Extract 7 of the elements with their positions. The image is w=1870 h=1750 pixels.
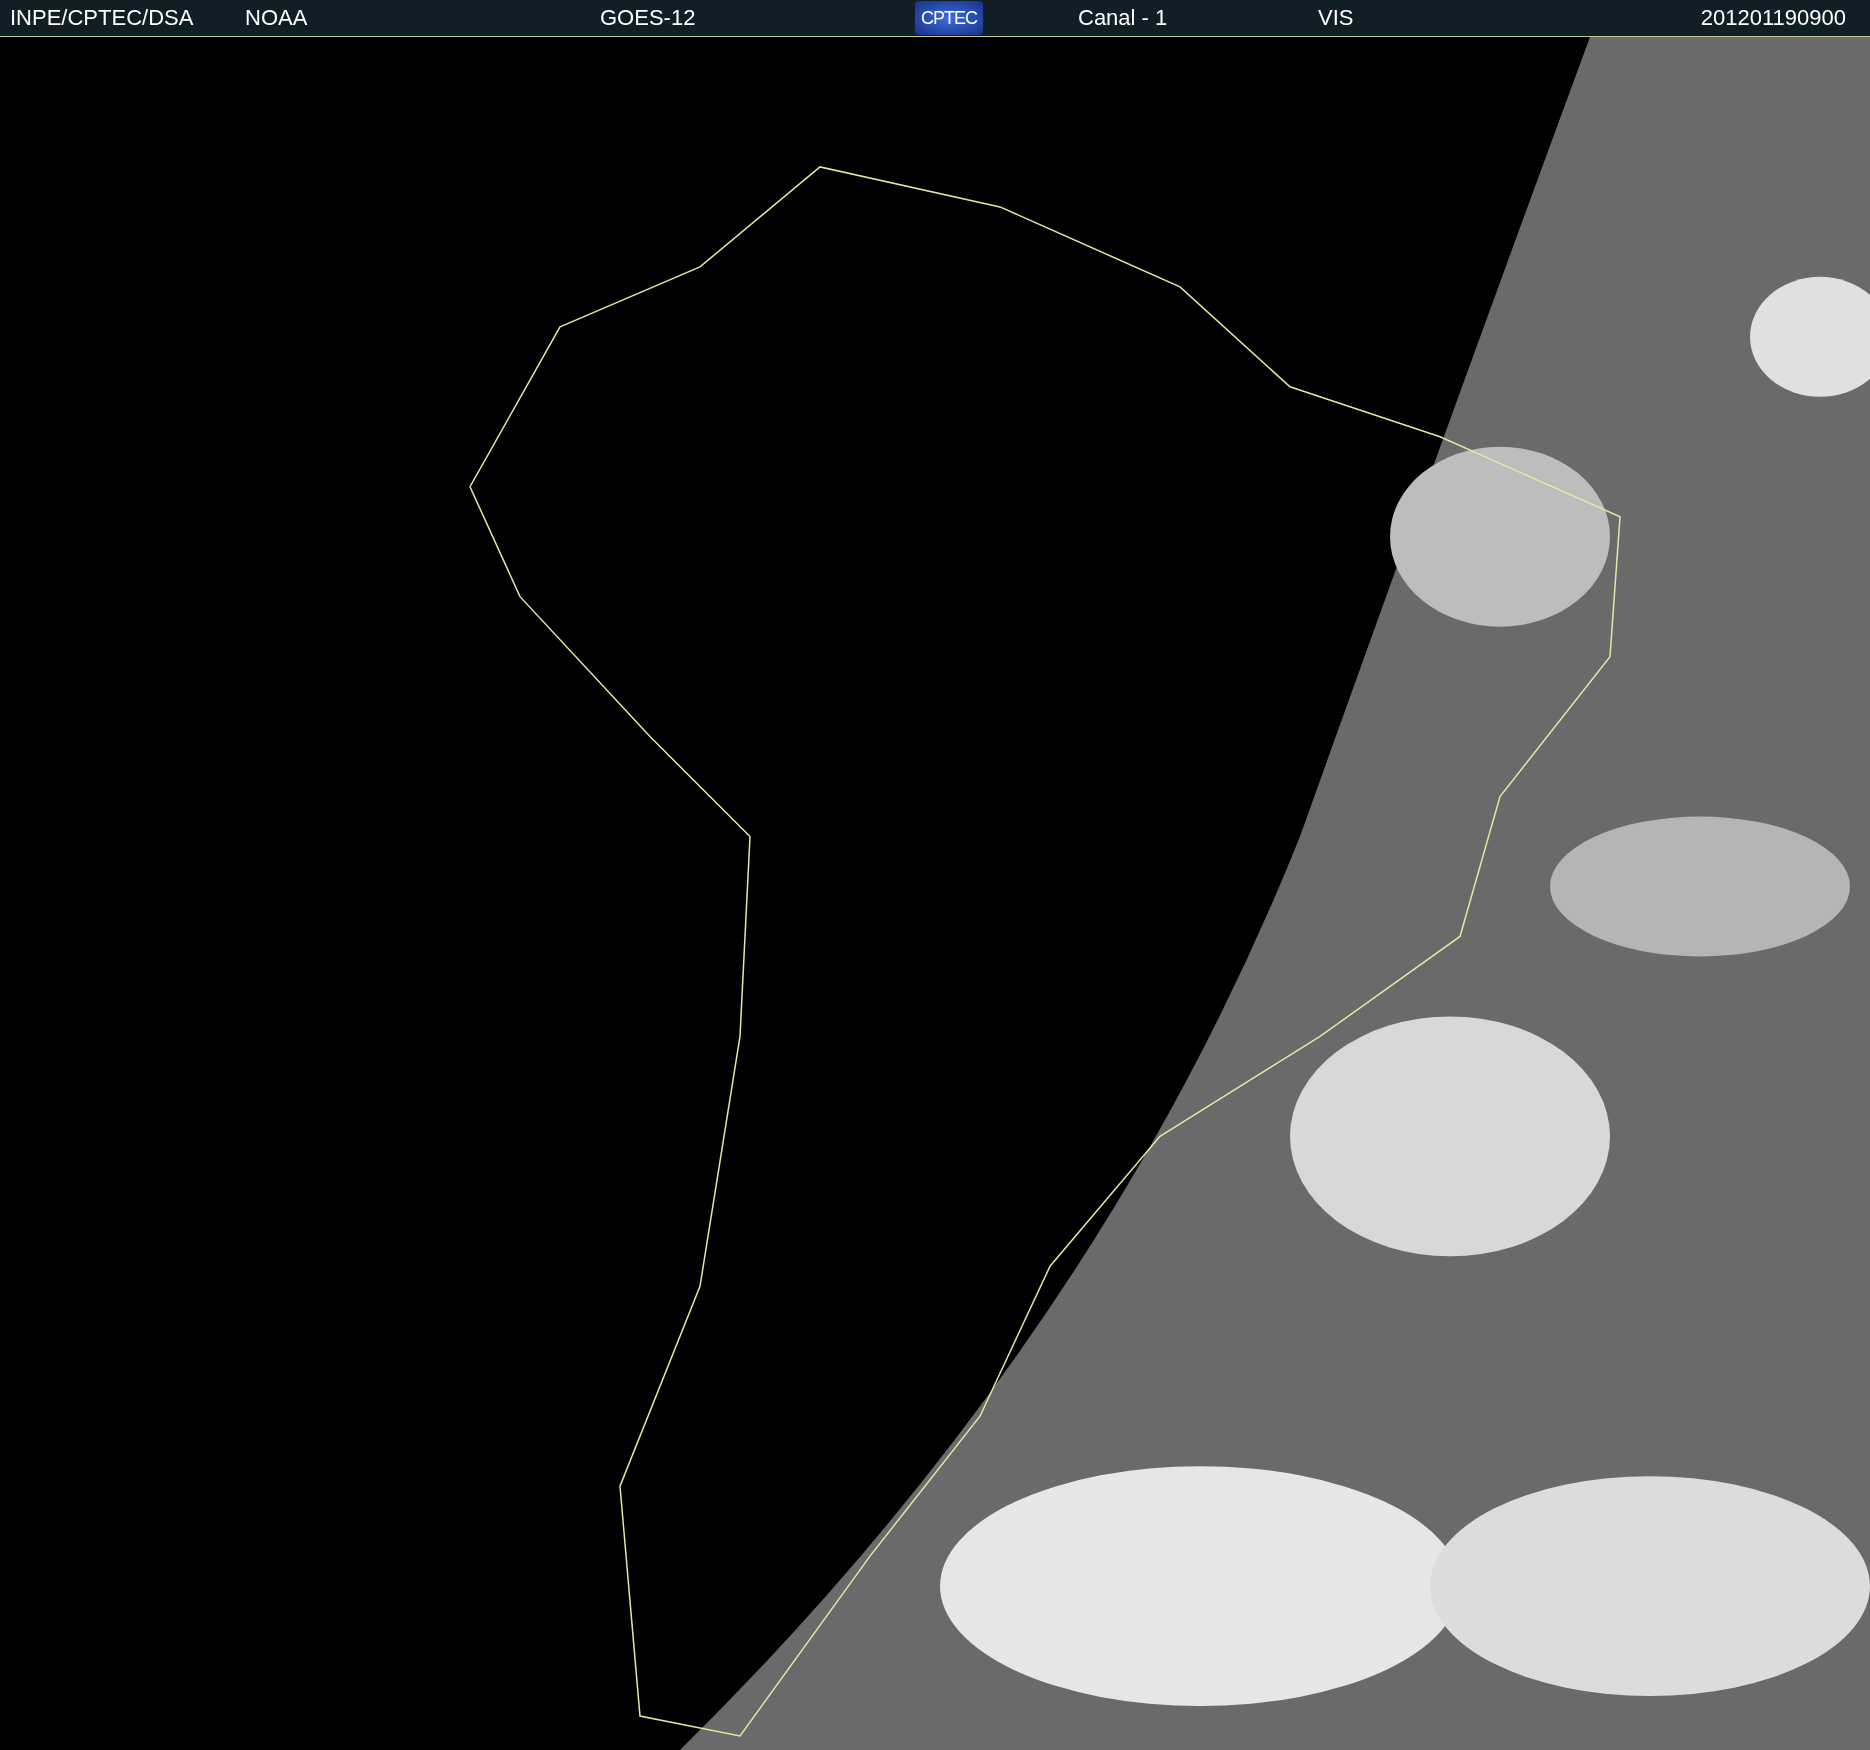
source-label: INPE/CPTEC/DSA (10, 5, 195, 31)
logo: CPTEC (915, 1, 983, 35)
satellite-label: GOES-12 (600, 5, 697, 31)
timestamp-label: 201201190900 (1700, 5, 1846, 31)
channel-label: Canal - 1 (1078, 5, 1169, 31)
agency-label: NOAA (245, 5, 309, 31)
band-label: VIS (1318, 5, 1355, 31)
